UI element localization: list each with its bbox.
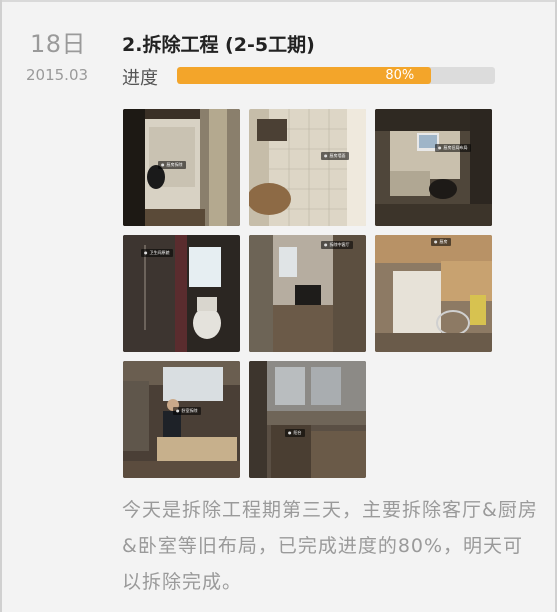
photo-kitchen-corner-image <box>375 235 492 352</box>
stage-title: 2.拆除工程 (2-5工期) <box>122 34 315 56</box>
photo-thumbnail[interactable]: 厨房墙面 <box>249 109 366 226</box>
photo-thumbnail[interactable]: 阳台 <box>249 361 366 478</box>
entry-year-month: 2015.03 <box>26 66 89 84</box>
photo-tag: 厨房拆除 <box>158 161 186 169</box>
photo-thumbnail[interactable]: 拆除中客厅 <box>249 235 366 352</box>
photo-kitchen-desk-image <box>375 109 492 226</box>
photo-tag: 阳台 <box>285 429 305 437</box>
photo-tag: 拆除中客厅 <box>321 241 353 249</box>
photo-room-interior-image <box>249 235 366 352</box>
photo-tag: 卧室拆除 <box>173 407 201 415</box>
photo-thumbnail[interactable]: 厨房旧局布局 <box>375 109 492 226</box>
photo-tag: 卫生间原貌 <box>141 249 173 257</box>
top-edge <box>0 0 557 2</box>
photo-tag: 厨房旧局布局 <box>435 144 471 152</box>
photo-thumbnail[interactable]: 厨房拆除 <box>123 109 240 226</box>
left-edge <box>0 0 2 612</box>
photo-window-room-image <box>249 361 366 478</box>
progress-label: 进度 <box>122 68 158 89</box>
photo-bedroom-worker-image <box>123 361 240 478</box>
entry-day: 18日 <box>30 30 87 58</box>
photo-thumbnail[interactable]: 卧室拆除 <box>123 361 240 478</box>
entry-description: 今天是拆除工程期第三天，主要拆除客厅&厨房&卧室等旧布局，已完成进度的80%，明… <box>122 499 538 593</box>
progress-percent: 80% <box>385 68 415 83</box>
photo-thumbnail[interactable]: 卫生间原貌 <box>123 235 240 352</box>
photo-tag: 厨房墙面 <box>321 152 349 160</box>
progress-bar: 80% <box>177 67 495 84</box>
photo-thumbnail[interactable]: 厨房 <box>375 235 492 352</box>
photo-tag: 厨房 <box>431 238 451 246</box>
photo-kitchen-wall-image <box>249 109 366 226</box>
